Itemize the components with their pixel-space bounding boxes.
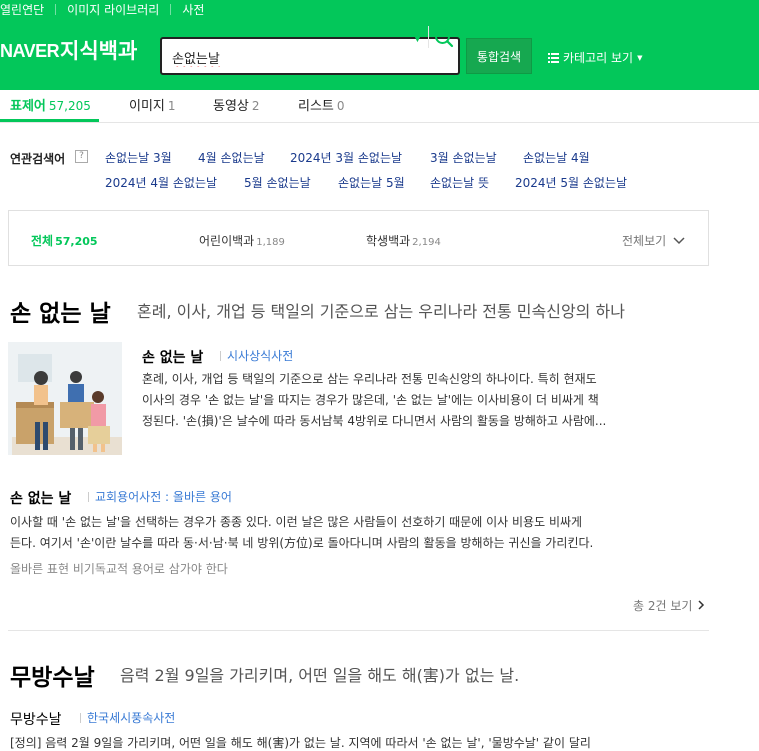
active-tab-indicator xyxy=(0,119,99,122)
result-description: 음력 2월 9일을 가리키며, 어떤 일을 해도 해(害)가 없는 날. xyxy=(120,666,520,685)
tab-count: 2 xyxy=(251,99,260,113)
tab-label: 리스트 xyxy=(298,99,334,114)
filter-label: 어린이백과 xyxy=(199,234,255,248)
result-divider xyxy=(8,630,709,631)
related-item[interactable]: 2024년 4월 손없는날 xyxy=(105,174,217,191)
tab-bar: 표제어 57,205 이미지 1 동영상 2 리스트 0 xyxy=(0,90,759,123)
entry-body-line: 혼례, 이사, 개업 등 택일의 기준으로 삼는 우리나라 전통 민속신앙의 하… xyxy=(142,372,597,386)
result-title[interactable]: 손 없는 날 xyxy=(10,294,111,328)
entry-source[interactable]: 한국세시풍속사전 xyxy=(80,709,175,726)
entry-title[interactable]: 손 없는 날 xyxy=(10,488,71,508)
search-icon[interactable] xyxy=(433,27,455,49)
header: NAVER 지식백과 ▼ 통합검색 카테고리 보기 ▼ xyxy=(0,19,759,90)
related-item[interactable]: 3월 손없는날 xyxy=(430,149,497,166)
dropdown-caret-icon[interactable]: ▼ xyxy=(414,34,421,44)
entry-body: 이사할 때 '손 없는 날'을 선택하는 경우가 종종 있다. 이런 날은 많은… xyxy=(10,512,710,554)
more-results-label: 총 2건 보기 xyxy=(633,599,693,613)
filter-count: 1,189 xyxy=(256,237,285,248)
chevron-down-icon: ▼ xyxy=(637,53,643,62)
related-item[interactable]: 5월 손없는날 xyxy=(244,174,311,191)
tab-image[interactable]: 이미지 1 xyxy=(129,95,176,114)
more-results-link[interactable]: 총 2건 보기 xyxy=(633,597,705,614)
entry-body-line: 든다. 여기서 '손'이란 날수를 따라 동·서·남·북 네 방위(方位)로 돌… xyxy=(10,536,594,550)
entry-body-line: 이사할 때 '손 없는 날'을 선택하는 경우가 종종 있다. 이런 날은 많은… xyxy=(10,515,583,529)
related-item[interactable]: 2024년 5월 손없는날 xyxy=(515,174,627,191)
entry-body-line: 이사의 경우 '손 없는 날'을 따지는 경우가 많은데, '손 없는 날'에는… xyxy=(142,393,599,407)
tab-count: 0 xyxy=(336,99,345,113)
entry-body: [정의] 음력 2월 9일을 가리키며, 어떤 일을 해도 해(害)가 없는 날… xyxy=(10,733,750,751)
related-item[interactable]: 손없는날 5월 xyxy=(338,174,405,191)
chevron-right-icon xyxy=(698,600,705,610)
naver-logo[interactable]: NAVER xyxy=(0,41,60,62)
filter-kids-encyclopedia[interactable]: 어린이백과 1,189 xyxy=(199,232,285,249)
entry-body-line: [정의] 음력 2월 9일을 가리키며, 어떤 일을 해도 해(害)가 없는 날… xyxy=(10,736,591,750)
related-item[interactable]: 손없는날 4월 xyxy=(523,149,590,166)
service-title[interactable]: 지식백과 xyxy=(60,35,137,65)
chevron-down-icon xyxy=(673,237,685,245)
top-nav-separator xyxy=(170,4,172,15)
tab-list[interactable]: 리스트 0 xyxy=(298,95,345,114)
view-all-label: 전체보기 xyxy=(622,234,667,248)
tab-label: 동영상 xyxy=(213,99,249,114)
tab-video[interactable]: 동영상 2 xyxy=(213,95,260,114)
tab-label: 표제어 xyxy=(10,99,46,114)
result-title[interactable]: 무방수날 xyxy=(10,658,95,692)
entry-source[interactable]: 교회용어사전 : 올바른 용어 xyxy=(88,488,232,505)
filter-count: 2,194 xyxy=(412,237,441,248)
related-item[interactable]: 손없는날 3월 xyxy=(105,149,172,166)
search-divider xyxy=(428,26,429,48)
tab-count: 57,205 xyxy=(48,99,91,113)
tab-count: 1 xyxy=(167,99,176,113)
entry-source[interactable]: 시사상식사전 xyxy=(220,347,293,364)
entry-body: 혼례, 이사, 개업 등 택일의 기준으로 삼는 우리나라 전통 민속신앙의 하… xyxy=(142,369,662,432)
filter-student-encyclopedia[interactable]: 학생백과 2,194 xyxy=(366,232,441,249)
list-icon xyxy=(548,52,559,63)
top-nav-link-image-library[interactable]: 이미지 라이브러리 xyxy=(67,1,159,18)
entry-extra-note: 올바른 표현 비기독교적 용어로 삼가야 한다 xyxy=(10,562,228,576)
dictionary-filter: 전체 57,205 어린이백과 1,189 학생백과 2,194 전체보기 xyxy=(8,210,709,266)
entry-body-line: 정된다. '손(損)'은 날수에 따라 동서남북 4방위로 다니면서 사람의 활… xyxy=(142,414,607,428)
related-item[interactable]: 손없는날 뜻 xyxy=(430,174,489,191)
entry-title[interactable]: 손 없는 날 xyxy=(142,347,203,367)
related-search-label: 연관검색어 xyxy=(10,152,66,166)
moving-family-image xyxy=(8,342,122,455)
total-search-button[interactable]: 통합검색 xyxy=(466,38,532,74)
filter-label: 전체 xyxy=(31,234,54,248)
top-nav-link-forum[interactable]: 열린연단 xyxy=(0,1,44,18)
category-view-button[interactable]: 카테고리 보기 ▼ xyxy=(548,49,642,66)
result-description: 혼례, 이사, 개업 등 택일의 기준으로 삼는 우리나라 전통 민속신앙의 하… xyxy=(137,302,625,321)
entry-title[interactable]: 무방수날 xyxy=(10,709,62,729)
top-nav-separator xyxy=(55,4,57,15)
view-all-button[interactable]: 전체보기 xyxy=(622,232,685,249)
related-item[interactable]: 4월 손없는날 xyxy=(198,149,265,166)
help-icon[interactable]: ? xyxy=(75,150,88,163)
filter-count: 57,205 xyxy=(55,235,98,248)
top-nav-link-dictionary[interactable]: 사전 xyxy=(182,1,204,18)
filter-all[interactable]: 전체 57,205 xyxy=(31,232,98,249)
entry-thumbnail[interactable] xyxy=(8,342,122,455)
tab-label: 이미지 xyxy=(129,99,165,114)
filter-label: 학생백과 xyxy=(366,234,411,248)
top-nav: 열린연단 이미지 라이브러리 사전 xyxy=(0,0,759,19)
category-label: 카테고리 보기 xyxy=(563,51,634,65)
tab-headword[interactable]: 표제어 57,205 xyxy=(10,95,91,114)
related-item[interactable]: 2024년 3월 손없는날 xyxy=(290,149,402,166)
search-input[interactable] xyxy=(172,46,402,68)
